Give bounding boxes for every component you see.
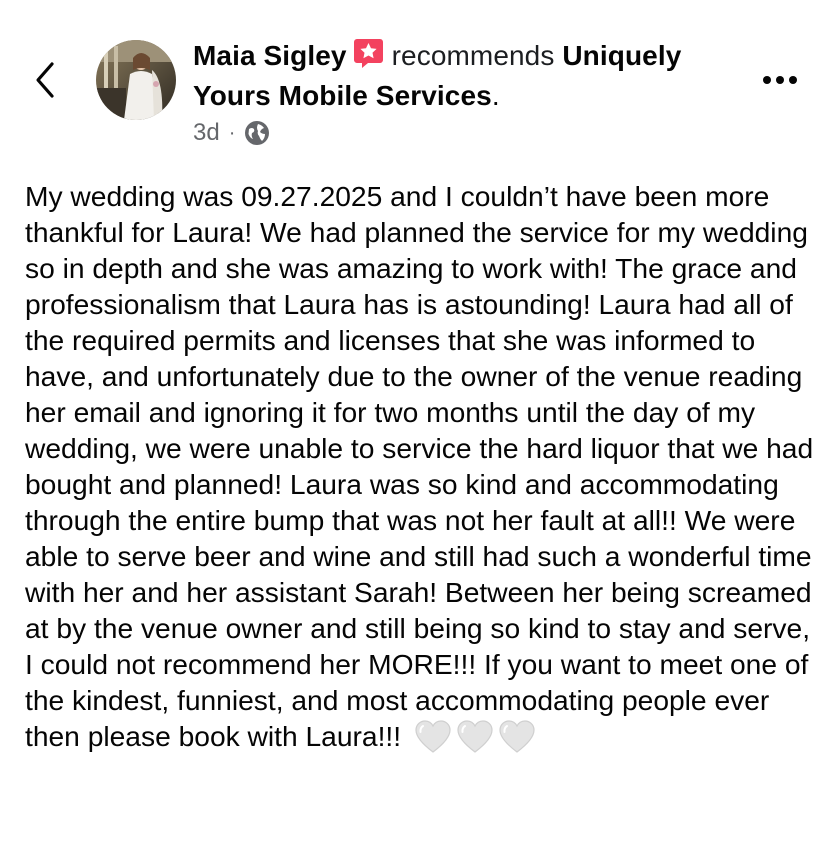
avatar[interactable] [96,40,176,120]
white-heart-icon [499,720,535,754]
chevron-left-icon [36,62,54,98]
emoji-hearts [415,720,541,762]
meta-separator: · [228,121,236,144]
header-period: . [491,80,500,111]
post-header: Maia Sigley recommends Uniquely Yours Mo… [193,36,753,116]
white-heart-icon [457,720,493,754]
white-heart-icon [415,720,451,754]
back-button[interactable] [30,58,62,102]
globe-icon[interactable] [244,120,270,146]
more-options-icon [763,76,797,84]
post-text: My wedding was 09.27.2025 and I couldn’t… [25,180,814,752]
post-body: My wedding was 09.27.2025 and I couldn’t… [25,178,815,762]
avatar-photo [96,40,176,120]
author-name[interactable]: Maia Sigley [193,40,347,71]
recommends-verb: recommends [391,40,555,71]
post-meta: 3d · [193,118,270,148]
timestamp[interactable]: 3d [193,119,220,147]
more-options-button[interactable] [760,68,800,92]
recommendation-star-badge-icon [353,38,384,69]
